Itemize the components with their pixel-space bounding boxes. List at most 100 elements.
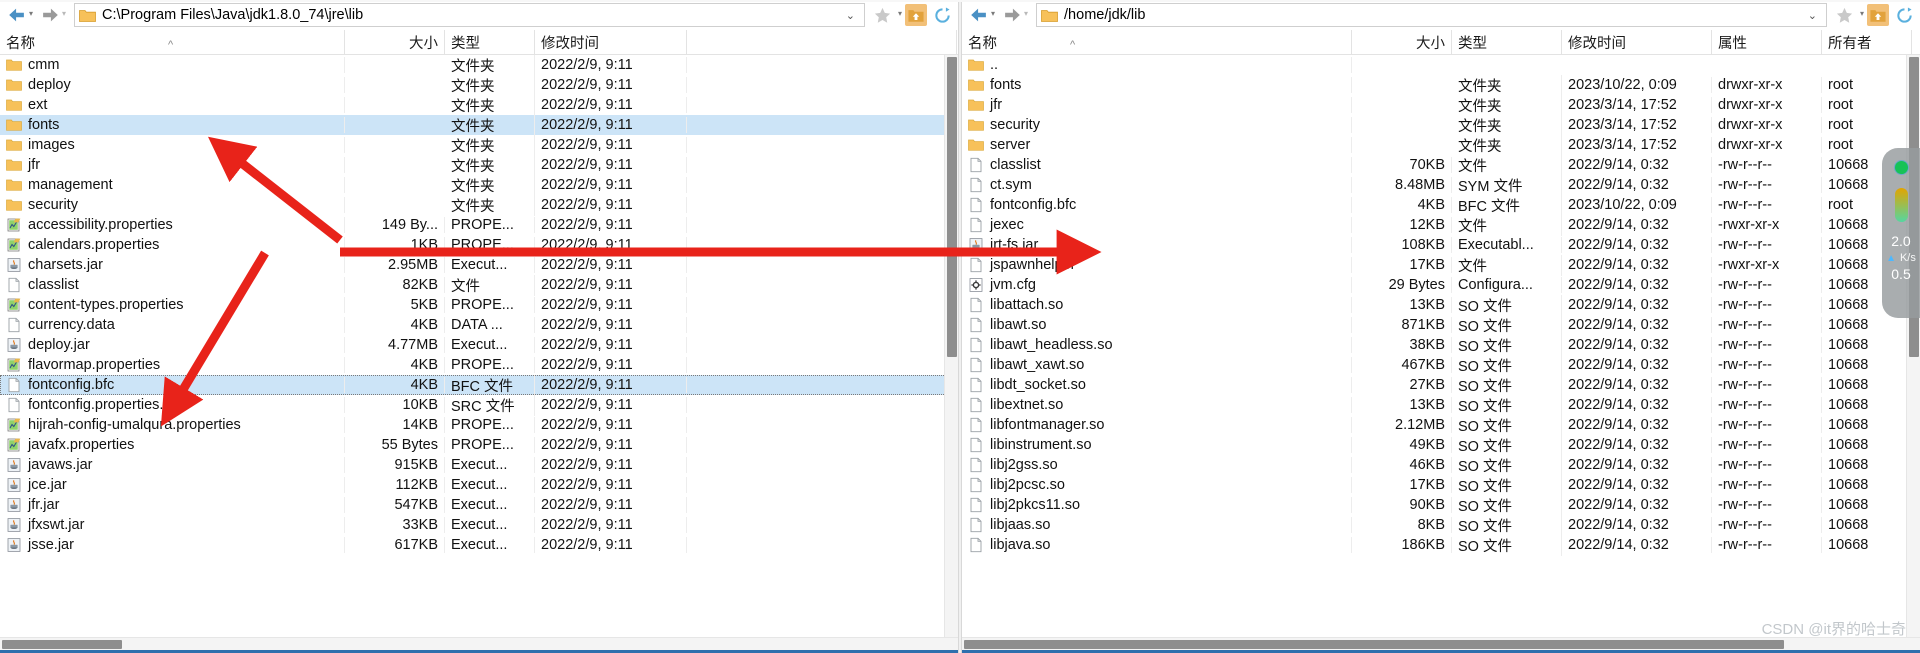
favorite-button[interactable] [871, 3, 895, 27]
table-row[interactable]: images 文件夹 2022/2/9, 9:11 [0, 134, 958, 156]
refresh-button[interactable] [1892, 3, 1916, 27]
back-button[interactable]: ▾ [4, 2, 35, 28]
table-row[interactable]: content-types.properties 5KB PROPE... 2022/… [0, 295, 958, 315]
left-file-list[interactable]: cmm 文件夹 2022/2/9, 9:11 deploy 文件夹 2022/2/9, 9… [0, 55, 958, 637]
table-row[interactable]: libj2pcsc.so 17KB SO 文件 2022/9/14, 0:32 -rw-… [962, 474, 1920, 496]
left-col-size[interactable]: 大小 [345, 30, 445, 54]
table-row[interactable]: cmm 文件夹 2022/2/9, 9:11 [0, 55, 958, 76]
table-row[interactable]: deploy 文件夹 2022/2/9, 9:11 [0, 74, 958, 96]
table-row[interactable]: jvm.cfg 29 Bytes Configura... 2022/9/14, 0:… [962, 275, 1920, 295]
forward-button[interactable]: ▾ [999, 2, 1030, 28]
table-row[interactable]: flavormap.properties 4KB PROPE... 2022/2/9,… [0, 355, 958, 375]
left-horizontal-scrollbar[interactable] [0, 637, 958, 650]
table-row[interactable]: calendars.properties 1KB PROPE... 2022/2/9,… [0, 235, 958, 255]
left-col-name[interactable]: 名称 ^ [0, 30, 345, 54]
table-row[interactable]: server 文件夹 2023/3/14, 17:52 drwxr-xr-x root [962, 134, 1920, 156]
table-row[interactable]: jsse.jar 617KB Execut... 2022/2/9, 9:11 [0, 535, 958, 555]
right-col-owner[interactable]: 所有者 [1822, 30, 1912, 54]
table-row[interactable]: jfxswt.jar 33KB Execut... 2022/2/9, 9:11 [0, 515, 958, 535]
table-row[interactable]: currency.data 4KB DATA ... 2022/2/9, 9:11 [0, 315, 958, 335]
left-scrollbar-thumb[interactable] [947, 57, 957, 357]
chevron-down-icon[interactable]: ▾ [1024, 10, 1028, 20]
left-col-type[interactable]: 类型 [445, 30, 535, 54]
left-address-bar[interactable]: C:\Program Files\Java\jdk1.8.0_74\jre\li… [74, 3, 865, 27]
table-row[interactable]: ct.sym 8.48MB SYM 文件 2022/9/14, 0:32 -rw-r--… [962, 174, 1920, 196]
file-name: jfxswt.jar [28, 517, 85, 533]
table-row[interactable]: libjava.so 186KB SO 文件 2022/9/14, 0:32 -rw-r… [962, 534, 1920, 556]
cell-time: 2022/2/9, 9:11 [535, 257, 687, 273]
refresh-button[interactable] [930, 3, 954, 27]
right-address-bar[interactable]: /home/jdk/lib ⌄ [1036, 3, 1827, 27]
table-row[interactable]: libinstrument.so 49KB SO 文件 2022/9/14, 0:32… [962, 434, 1920, 456]
right-col-type[interactable]: 类型 [1452, 30, 1562, 54]
table-row[interactable]: hijrah-config-umalqura.properties 14KB PRO… [0, 415, 958, 435]
table-row[interactable]: jrt-fs.jar 108KB Executabl... 2022/9/14, 0:… [962, 235, 1920, 255]
right-vertical-scrollbar[interactable] [1906, 55, 1920, 637]
chevron-down-icon[interactable]: ▾ [991, 10, 995, 20]
right-col-time[interactable]: 修改时间 [1562, 30, 1712, 54]
table-row[interactable]: classlist 70KB 文件 2022/9/14, 0:32 -rw-r--r--… [962, 154, 1920, 176]
chevron-down-icon[interactable]: ▾ [29, 10, 33, 20]
table-row[interactable]: classlist 82KB 文件 2022/2/9, 9:11 [0, 274, 958, 296]
cell-type: PROPE... [445, 217, 535, 233]
favorite-dropdown-icon[interactable]: ▾ [898, 10, 902, 20]
cell-time: 2022/9/14, 0:32 [1562, 217, 1712, 233]
right-col-name[interactable]: 名称 ^ [962, 30, 1352, 54]
cell-attr: -rw-r--r-- [1712, 157, 1822, 173]
address-dropdown-icon[interactable]: ⌄ [841, 9, 860, 22]
table-row[interactable]: libjaas.so 8KB SO 文件 2022/9/14, 0:32 -rw-r--… [962, 514, 1920, 536]
back-button[interactable]: ▾ [966, 2, 997, 28]
table-row[interactable]: fonts 文件夹 2023/10/22, 0:09 drwxr-xr-x root [962, 74, 1920, 96]
cell-name: libfontmanager.so [962, 417, 1352, 433]
left-hscrollbar-thumb[interactable] [2, 640, 122, 649]
favorite-dropdown-icon[interactable]: ▾ [1860, 10, 1864, 20]
upload-button[interactable] [1867, 4, 1889, 26]
table-row[interactable]: jfr 文件夹 2022/2/9, 9:11 [0, 154, 958, 176]
watermark: CSDN @it界的哈士奇 [1761, 621, 1906, 638]
right-col-attributes[interactable]: 属性 [1712, 30, 1822, 54]
table-row[interactable]: security 文件夹 2023/3/14, 17:52 drwxr-xr-x roo… [962, 114, 1920, 136]
table-row[interactable]: fontconfig.properties.src 10KB SRC 文件 2022/… [0, 394, 958, 416]
table-row[interactable]: jfr.jar 547KB Execut... 2022/2/9, 9:11 [0, 495, 958, 515]
table-row[interactable]: jce.jar 112KB Execut... 2022/2/9, 9:11 [0, 475, 958, 495]
favorite-button[interactable] [1833, 3, 1857, 27]
network-speed-widget[interactable]: 2.0 ▲ K/s 0.5 [1882, 148, 1920, 318]
right-hscrollbar-thumb[interactable] [964, 640, 1784, 649]
table-row[interactable]: libfontmanager.so 2.12MB SO 文件 2022/9/14, 0… [962, 414, 1920, 436]
table-row[interactable]: jspawnhelper 17KB 文件 2022/9/14, 0:32 -rwxr-x… [962, 254, 1920, 276]
right-col-size[interactable]: 大小 [1352, 30, 1452, 54]
table-row[interactable]: libawt_xawt.so 467KB SO 文件 2022/9/14, 0:32-… [962, 354, 1920, 376]
chevron-down-icon[interactable]: ▾ [62, 10, 66, 20]
file-name: flavormap.properties [28, 357, 161, 373]
properties-file-icon [7, 298, 21, 312]
table-row[interactable]: libawt_headless.so 38KB SO 文件 2022/9/14, 0:… [962, 334, 1920, 356]
left-col-time[interactable]: 修改时间 [535, 30, 687, 54]
table-row[interactable]: javaws.jar 915KB Execut... 2022/2/9, 9:11 [0, 455, 958, 475]
table-row[interactable]: libj2gss.so 46KB SO 文件 2022/9/14, 0:32 -rw-r… [962, 454, 1920, 476]
table-row[interactable]: .. [962, 55, 1920, 75]
address-dropdown-icon[interactable]: ⌄ [1803, 9, 1822, 22]
file-name: .. [990, 57, 999, 73]
forward-button[interactable]: ▾ [37, 2, 68, 28]
table-row[interactable]: security 文件夹 2022/2/9, 9:11 [0, 194, 958, 216]
table-row[interactable]: fonts 文件夹 2022/2/9, 9:11 [0, 114, 958, 136]
right-file-list[interactable]: .. fonts 文件夹 2023/10/22, 0:09 drwxr-xr-x root… [962, 55, 1920, 637]
table-row[interactable]: deploy.jar 4.77MB Execut... 2022/2/9, 9:11 [0, 335, 958, 355]
cell-name: classlist [962, 157, 1352, 173]
table-row[interactable]: fontconfig.bfc 4KB BFC 文件 2023/10/22, 0:09-… [962, 194, 1920, 216]
table-row[interactable]: fontconfig.bfc 4KB BFC 文件 2022/2/9, 9:11 [0, 374, 958, 396]
table-row[interactable]: charsets.jar 2.95MB Execut... 2022/2/9, 9:1… [0, 255, 958, 275]
table-row[interactable]: jexec 12KB 文件 2022/9/14, 0:32 -rwxr-xr-x 1066… [962, 214, 1920, 236]
table-row[interactable]: libj2pkcs11.so 90KB SO 文件 2022/9/14, 0:32 -r… [962, 494, 1920, 516]
table-row[interactable]: ext 文件夹 2022/2/9, 9:11 [0, 94, 958, 116]
table-row[interactable]: libawt.so 871KB SO 文件 2022/9/14, 0:32 -rw-r-… [962, 314, 1920, 336]
left-vertical-scrollbar[interactable] [944, 55, 958, 637]
table-row[interactable]: accessibility.properties 149 By... PROPE..… [0, 215, 958, 235]
table-row[interactable]: libattach.so 13KB SO 文件 2022/9/14, 0:32 -rw-… [962, 294, 1920, 316]
table-row[interactable]: libextnet.so 13KB SO 文件 2022/9/14, 0:32 -rw-… [962, 394, 1920, 416]
table-row[interactable]: jfr 文件夹 2023/3/14, 17:52 drwxr-xr-x root [962, 94, 1920, 116]
table-row[interactable]: javafx.properties 55 Bytes PROPE... 2022/2/… [0, 435, 958, 455]
table-row[interactable]: management 文件夹 2022/2/9, 9:11 [0, 174, 958, 196]
upload-button[interactable] [905, 4, 927, 26]
table-row[interactable]: libdt_socket.so 27KB SO 文件 2022/9/14, 0:32-… [962, 374, 1920, 396]
